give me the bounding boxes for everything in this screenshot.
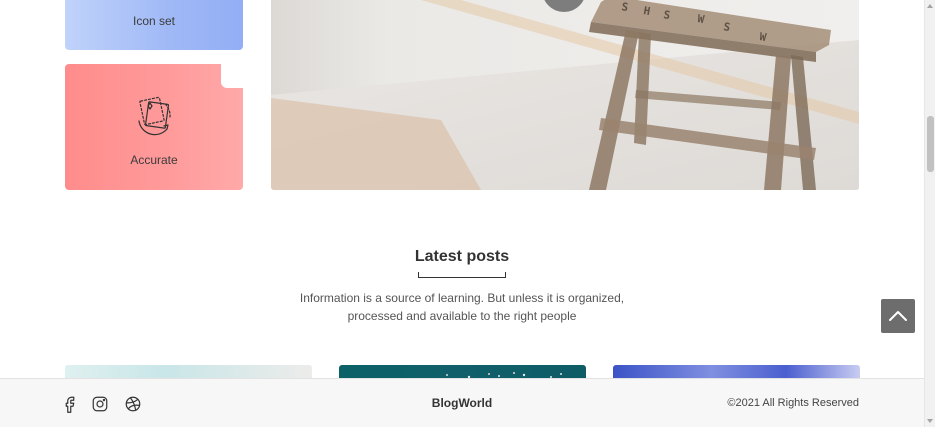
- hero-image: S H S W S W: [271, 0, 859, 190]
- section-description: Information is a source of learning. But…: [299, 291, 625, 323]
- title-underline: [418, 272, 506, 278]
- scrollbar-thumb[interactable]: [927, 116, 934, 172]
- section-title: Latest posts: [414, 248, 510, 265]
- page-scrollbar[interactable]: [924, 0, 935, 427]
- scroll-down-arrow[interactable]: [927, 419, 933, 423]
- card-notch: [221, 64, 243, 88]
- scroll-up-arrow[interactable]: [927, 4, 933, 8]
- feature-card-icon-set: Icon set: [65, 0, 243, 50]
- back-to-top-button[interactable]: [881, 299, 915, 333]
- feature-card-accurate: Accurate: [65, 64, 243, 190]
- feature-card-label: Icon set: [132, 14, 176, 28]
- feature-card-label: Accurate: [130, 153, 178, 167]
- footer: BlogWorld ©2021 All Rights Reserved: [0, 378, 924, 427]
- hero-photo-illustration: S H S W S W: [271, 0, 859, 190]
- rotate-stack-icon: [138, 96, 171, 136]
- chevron-up-icon: [889, 311, 907, 321]
- footer-copyright: ©2021 All Rights Reserved: [727, 397, 859, 409]
